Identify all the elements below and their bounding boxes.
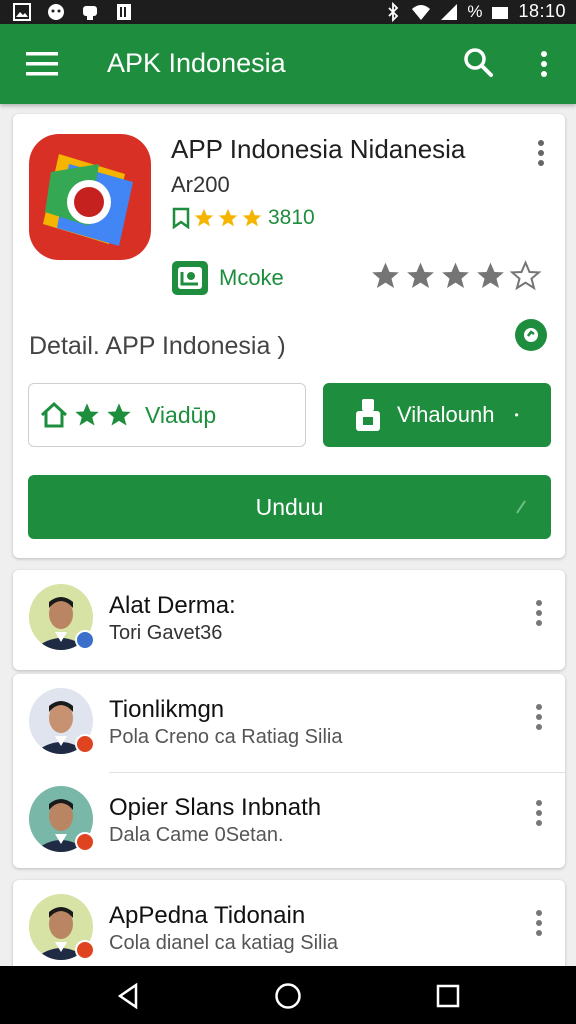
star-outline-icon[interactable] [509, 260, 542, 292]
star-icon [194, 208, 214, 227]
navigation-bar [0, 966, 576, 1024]
signal-icon [441, 3, 458, 20]
bluetooth-icon [388, 1, 399, 22]
dropdown-caret-icon: • [514, 408, 519, 422]
star-icon [242, 208, 262, 227]
avatar[interactable] [29, 584, 95, 650]
reviewer-name: Alat Derma: [109, 592, 236, 619]
download-button[interactable]: Unduu [28, 475, 551, 539]
avatar-badge-icon [75, 940, 95, 960]
app-name: APP Indonesia Nidanesia [171, 134, 466, 164]
voicemail-icon [83, 6, 97, 20]
avatar-badge-icon [75, 734, 95, 754]
more-vert-icon[interactable] [531, 138, 551, 168]
battery-percent-label: % [467, 1, 483, 21]
download-icon [356, 399, 380, 431]
star-icon [218, 208, 238, 227]
review-card: Tionlikmgn Pola Creno ca Ratiag Silia Op… [13, 674, 565, 868]
home-outline-icon [40, 401, 68, 428]
star-icon[interactable] [474, 260, 507, 292]
star-icon[interactable] [439, 260, 472, 292]
list-item[interactable]: ApPedna Tidonain Cola dianel ca katiag S… [13, 880, 565, 980]
star-icon [107, 403, 131, 426]
reviewer-name: Tionlikmgn [109, 696, 225, 723]
detail-text: Detail. APP Indonesia ) [29, 332, 286, 360]
chevron-right-icon [516, 500, 526, 514]
list-item[interactable]: Tionlikmgn Pola Creno ca Ratiag Silia [13, 674, 565, 774]
image-icon [13, 3, 31, 21]
bookmark-icon [172, 207, 190, 229]
app-logo-icon[interactable] [29, 134, 151, 260]
wifi-icon [412, 4, 431, 20]
make-row[interactable]: Mcoke [171, 260, 284, 296]
rate-button-label: Viadūp [145, 401, 217, 428]
make-icon [172, 261, 208, 295]
clipboard-icon [117, 4, 131, 20]
avatar[interactable] [29, 688, 95, 754]
search-icon[interactable] [462, 46, 494, 78]
status-bar: % 18:10 [0, 0, 576, 24]
reviewer-name: Opier Slans Inbnath [109, 794, 322, 821]
rating-count: 3810 [268, 206, 315, 229]
app-bar-title: APK Indonesia [107, 48, 286, 78]
back-icon[interactable] [114, 982, 142, 1010]
verified-badge-icon [515, 319, 547, 351]
star-icon[interactable] [404, 260, 437, 292]
status-time: 18:10 [518, 1, 566, 21]
recents-icon[interactable] [434, 982, 462, 1010]
reviewer-name: ApPedna Tidonain [109, 902, 306, 929]
more-vert-icon[interactable] [532, 48, 556, 80]
review-subtitle: Pola Creno ca Ratiag Silia [109, 726, 343, 748]
divider [109, 772, 565, 773]
more-vert-icon[interactable] [529, 798, 549, 828]
avatar[interactable] [29, 894, 95, 960]
avatar-badge-icon [75, 630, 95, 650]
battery-icon [492, 6, 509, 19]
more-vert-icon[interactable] [529, 908, 549, 938]
review-subtitle: Cola dianel ca katiag Silia [109, 932, 339, 954]
app-detail-card: APP Indonesia Nidanesia Ar200 3810 Mcoke… [13, 114, 565, 558]
menu-icon[interactable] [26, 50, 58, 78]
star-icon[interactable] [369, 260, 402, 292]
star-icon [75, 403, 99, 426]
install-button[interactable]: Vihalounh • [323, 383, 551, 447]
list-item[interactable]: Opier Slans Inbnath Dala Came 0Setan. [13, 774, 565, 868]
rating-row: 3810 [171, 206, 315, 230]
more-vert-icon[interactable] [529, 702, 549, 732]
install-button-label: Vihalounh [397, 402, 495, 427]
review-subtitle: Tori Gavet36 [109, 622, 223, 644]
list-item[interactable]: Alat Derma: Tori Gavet36 [13, 570, 565, 670]
rate-button[interactable]: Viadūp [28, 383, 306, 447]
avatar-badge-icon [75, 832, 95, 852]
star-rating-input[interactable] [369, 260, 542, 292]
face-icon [48, 4, 64, 20]
download-button-label: Unduu [255, 494, 324, 520]
review-subtitle: Dala Came 0Setan. [109, 824, 284, 846]
avatar[interactable] [29, 786, 95, 852]
make-label: Mcoke [219, 265, 284, 290]
home-icon[interactable] [274, 982, 302, 1010]
more-vert-icon[interactable] [529, 598, 549, 628]
review-card: Alat Derma: Tori Gavet36 [13, 570, 565, 670]
app-bar: APK Indonesia [0, 24, 576, 104]
review-card: ApPedna Tidonain Cola dianel ca katiag S… [13, 880, 565, 980]
app-version: Ar200 [171, 172, 230, 197]
